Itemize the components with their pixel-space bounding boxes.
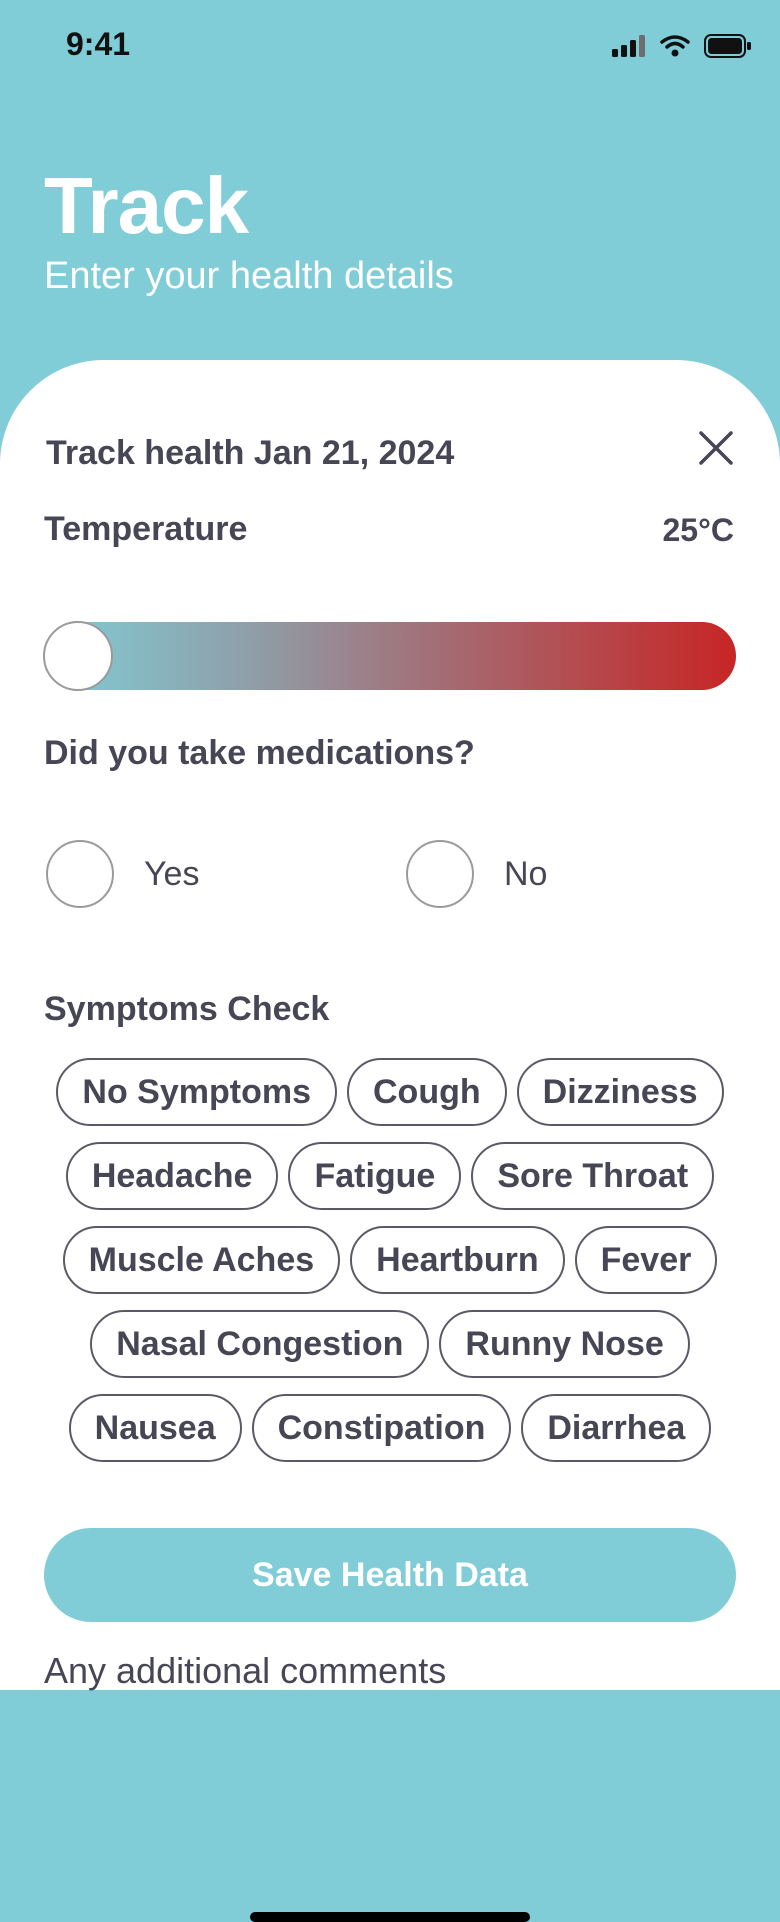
radio-no-circle[interactable] [406,840,474,908]
slider-thumb[interactable] [43,621,113,691]
symptom-chip[interactable]: Nasal Congestion [90,1310,430,1378]
symptom-chip[interactable]: Sore Throat [471,1142,715,1210]
home-indicator [250,1912,530,1922]
chip-row: Nasal Congestion Runny Nose [44,1310,736,1378]
symptom-chip[interactable]: Headache [65,1142,279,1210]
page-subtitle: Enter your health details [44,255,454,297]
save-button[interactable]: Save Health Data [44,1528,736,1622]
symptom-chip[interactable]: Fatigue [288,1142,462,1210]
symptom-chip[interactable]: Diarrhea [521,1394,712,1462]
symptom-chip[interactable]: Dizziness [516,1058,724,1126]
temperature-label: Temperature [44,510,248,548]
symptom-chip[interactable]: Muscle Aches [62,1226,341,1294]
symptom-chip[interactable]: Cough [347,1058,507,1126]
temperature-value: 25°C [662,512,735,548]
battery-icon [704,34,752,63]
close-button[interactable] [696,430,736,470]
symptom-chip[interactable]: Nausea [68,1394,242,1462]
symptom-chip[interactable]: Fever [574,1226,718,1294]
radio-no[interactable]: No [406,840,547,908]
symptoms-label: Symptoms Check [44,990,330,1028]
chip-row: Nausea Constipation Diarrhea [44,1394,736,1462]
close-icon [699,430,733,470]
radio-yes-label: Yes [144,854,200,893]
symptom-chip[interactable]: Constipation [251,1394,512,1462]
wifi-icon [660,35,690,62]
chip-row: Muscle Aches Heartburn Fever [44,1226,736,1294]
chip-row: Headache Fatigue Sore Throat [44,1142,736,1210]
sheet-title: Track health Jan 21, 2024 [46,434,455,472]
status-bar: 9:41 [0,0,780,95]
symptom-chip[interactable]: Heartburn [350,1226,565,1294]
comments-input[interactable]: Any additional comments [44,1650,446,1692]
temperature-slider[interactable] [43,621,736,691]
symptom-chip[interactable]: No Symptoms [56,1058,337,1126]
page-title: Track [44,161,249,250]
symptom-chip[interactable]: Runny Nose [439,1310,690,1378]
signal-icon [612,35,646,62]
symptoms-chips: No Symptoms Cough Dizziness Headache Fat… [44,1058,736,1478]
radio-yes[interactable]: Yes [46,840,199,908]
status-icons [612,34,752,63]
radio-no-label: No [504,854,548,893]
medications-question: Did you take medications? [44,734,475,772]
radio-yes-circle[interactable] [46,840,114,908]
track-sheet: Track health Jan 21, 2024 Temperature 25… [0,360,780,1922]
status-time: 9:41 [66,26,131,62]
chip-row: No Symptoms Cough Dizziness [44,1058,736,1126]
